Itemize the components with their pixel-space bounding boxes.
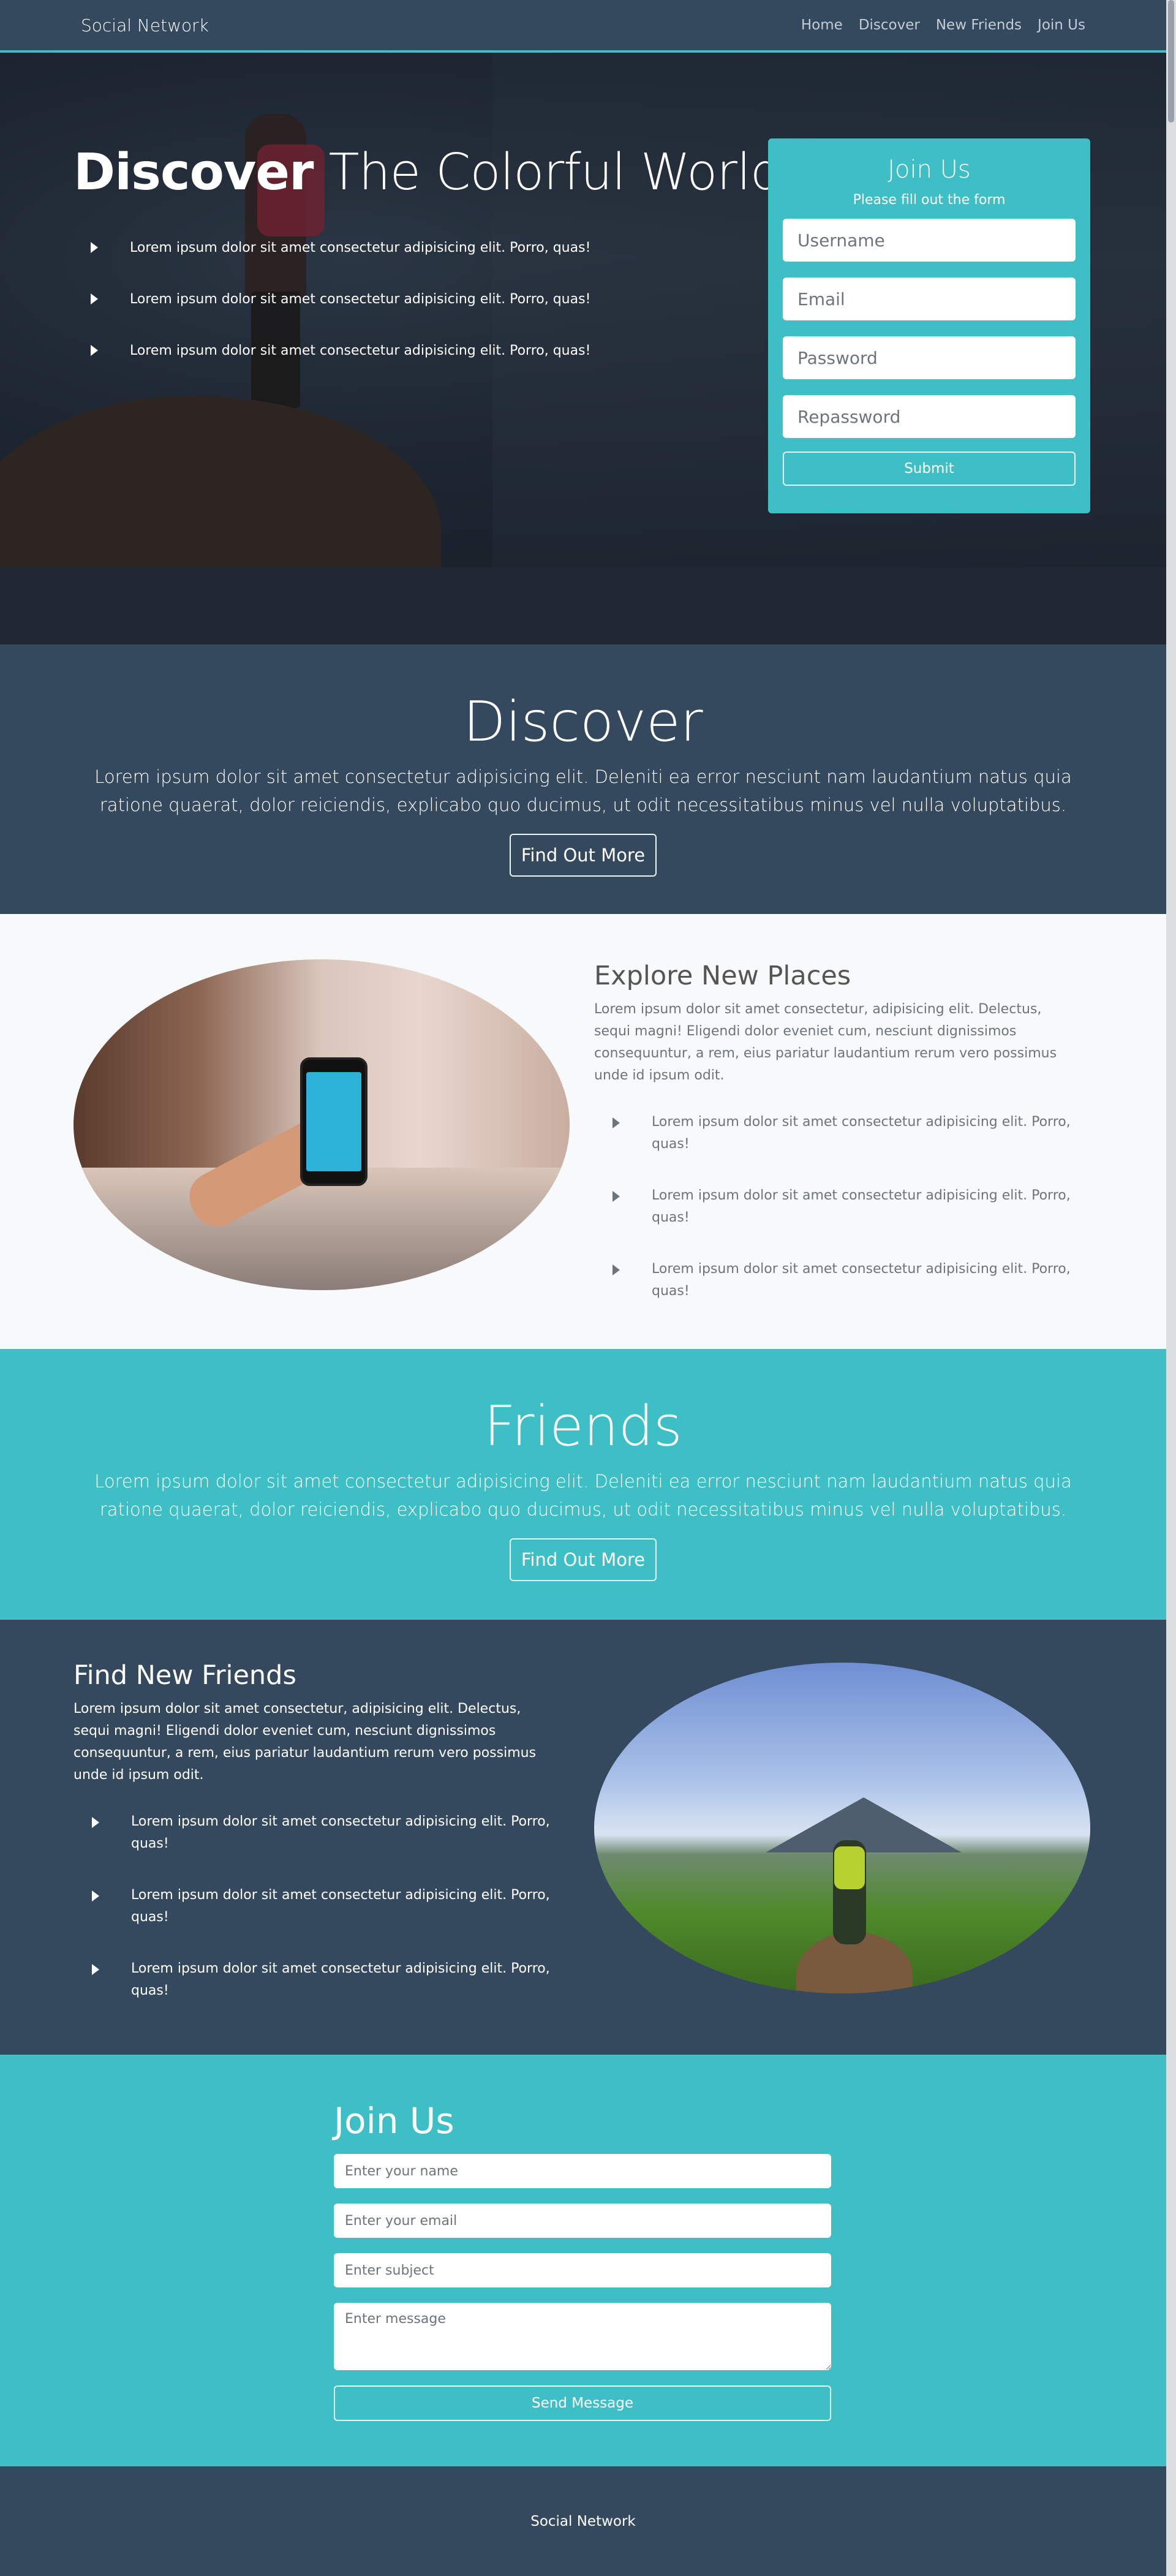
list-item: Lorem ipsum dolor sit amet consectetur a… <box>92 1884 557 1928</box>
contact-heading: Join Us <box>334 2100 454 2142</box>
list-item: Lorem ipsum dolor sit amet consectetur a… <box>92 1811 557 1855</box>
explore-text-column: Explore New Places Lorem ipsum dolor sit… <box>594 961 1072 1332</box>
discover-heading: Discover <box>463 690 703 754</box>
list-item: Lorem ipsum dolor sit amet consectetur a… <box>612 1185 1072 1229</box>
explore-section: Explore New Places Lorem ipsum dolor sit… <box>0 914 1166 1349</box>
hero-title-bold: Discover <box>74 143 314 202</box>
explore-heading: Explore New Places <box>594 961 851 991</box>
friends-heading: Friends <box>484 1394 682 1459</box>
brand-link[interactable]: Social Network <box>81 15 209 36</box>
message-field[interactable] <box>334 2303 831 2370</box>
caret-right-icon <box>612 1117 620 1128</box>
page-scrollbar[interactable] <box>1166 0 1176 2576</box>
list-item-text: Lorem ipsum dolor sit amet consectetur a… <box>131 1814 550 1851</box>
nav-links: Home Discover New Friends Join Us <box>801 17 1085 33</box>
caret-right-icon <box>612 1264 620 1275</box>
discover-find-out-more-button[interactable]: Find Out More <box>510 834 657 877</box>
cliff-rock <box>0 396 441 592</box>
hero-section: Discover The Colorful World Lorem ipsum … <box>0 53 1166 644</box>
mountain-hiker-image <box>594 1663 1090 1993</box>
contact-email-field[interactable] <box>334 2204 831 2238</box>
friends-section: Friends Lorem ipsum dolor sit amet conse… <box>0 1349 1166 1620</box>
caret-right-icon <box>92 1890 99 1902</box>
list-item-text: Lorem ipsum dolor sit amet consectetur a… <box>652 1188 1071 1225</box>
nav-link-join-us[interactable]: Join Us <box>1038 17 1085 33</box>
hero-lower-band <box>0 567 1166 644</box>
friends-find-out-more-button[interactable]: Find Out More <box>510 1538 657 1581</box>
send-message-button[interactable]: Send Message <box>334 2385 831 2421</box>
join-card-title: Join Us <box>888 156 971 184</box>
caret-right-icon <box>91 293 98 304</box>
footer: Social Network <box>0 2466 1166 2576</box>
password-field[interactable] <box>783 336 1076 379</box>
list-item-text: Lorem ipsum dolor sit amet consectetur a… <box>652 1114 1071 1152</box>
join-card-subtitle: Please fill out the form <box>853 192 1006 208</box>
explore-text: Lorem ipsum dolor sit amet consectetur, … <box>594 1002 1057 1083</box>
hero-bullet-list: Lorem ipsum dolor sit amet consectetur a… <box>91 222 590 376</box>
list-item: Lorem ipsum dolor sit amet consectetur a… <box>91 273 590 325</box>
subject-field[interactable] <box>334 2253 831 2287</box>
list-item-text: Lorem ipsum dolor sit amet consectetur a… <box>131 1961 550 1998</box>
list-item: Lorem ipsum dolor sit amet consectetur a… <box>91 222 590 273</box>
find-friends-heading: Find New Friends <box>74 1660 296 1691</box>
find-friends-section: Find New Friends Lorem ipsum dolor sit a… <box>0 1620 1166 2055</box>
navbar-container: Social Network Home Discover New Friends… <box>81 0 1085 50</box>
repassword-field[interactable] <box>783 395 1076 438</box>
discover-text: Lorem ipsum dolor sit amet consectetur a… <box>94 766 1072 815</box>
find-friends-bullet-list: Lorem ipsum dolor sit amet consectetur a… <box>74 1811 557 2002</box>
contact-form: Join Us Send Message <box>334 2100 831 2421</box>
hero-title: Discover The Colorful World <box>74 143 782 202</box>
explore-bullet-list: Lorem ipsum dolor sit amet consectetur a… <box>594 1111 1072 1302</box>
name-field[interactable] <box>334 2154 831 2188</box>
list-item-text: Lorem ipsum dolor sit amet consectetur a… <box>130 291 591 307</box>
list-item-text: Lorem ipsum dolor sit amet consectetur a… <box>652 1261 1071 1299</box>
contact-section: Join Us Send Message <box>0 2055 1166 2466</box>
nav-link-new-friends[interactable]: New Friends <box>936 17 1022 33</box>
smartphone-shape <box>300 1057 368 1186</box>
list-item: Lorem ipsum dolor sit amet consectetur a… <box>92 1958 557 2002</box>
list-item: Lorem ipsum dolor sit amet consectetur a… <box>91 325 590 376</box>
find-friends-text-column: Find New Friends Lorem ipsum dolor sit a… <box>74 1660 557 2031</box>
hiker-backpack-shape <box>834 1846 865 1889</box>
submit-button[interactable]: Submit <box>783 451 1076 486</box>
join-form-card: Join Us Please fill out the form Submit <box>768 138 1090 513</box>
username-field[interactable] <box>783 219 1076 262</box>
list-item: Lorem ipsum dolor sit amet consectetur a… <box>612 1111 1072 1155</box>
list-item-text: Lorem ipsum dolor sit amet consectetur a… <box>130 342 591 358</box>
find-friends-text: Lorem ipsum dolor sit amet consectetur, … <box>74 1701 537 1783</box>
navbar: Social Network Home Discover New Friends… <box>0 0 1166 53</box>
scrollbar-thumb[interactable] <box>1168 0 1174 123</box>
caret-right-icon <box>91 345 98 356</box>
hero-title-rest: The Colorful World <box>313 143 782 202</box>
caret-right-icon <box>92 1817 99 1828</box>
discover-section: Discover Lorem ipsum dolor sit amet cons… <box>0 644 1166 914</box>
caret-right-icon <box>612 1191 620 1202</box>
list-item-text: Lorem ipsum dolor sit amet consectetur a… <box>130 240 591 255</box>
email-field[interactable] <box>783 278 1076 320</box>
caret-right-icon <box>91 242 98 253</box>
mountain-shape <box>766 1797 962 1853</box>
list-item: Lorem ipsum dolor sit amet consectetur a… <box>612 1258 1072 1302</box>
nav-link-home[interactable]: Home <box>801 17 843 33</box>
list-item-text: Lorem ipsum dolor sit amet consectetur a… <box>131 1887 550 1925</box>
phone-screen <box>306 1072 361 1171</box>
caret-right-icon <box>92 1964 99 1975</box>
friends-text: Lorem ipsum dolor sit amet consectetur a… <box>94 1471 1072 1520</box>
city-phone-image <box>74 959 570 1290</box>
street-floor <box>74 1168 570 1290</box>
nav-link-discover[interactable]: Discover <box>859 17 920 33</box>
footer-text: Social Network <box>530 2513 636 2529</box>
